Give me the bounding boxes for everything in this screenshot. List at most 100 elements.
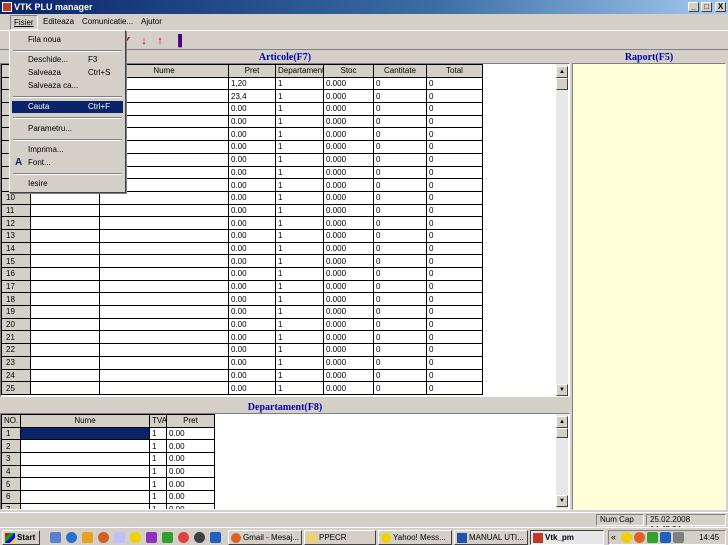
scroll-down-arrow-icon[interactable]: ▼	[556, 384, 568, 396]
cell-nume[interactable]	[20, 439, 150, 454]
cell-pret[interactable]: 0.00	[166, 464, 215, 479]
cell-total[interactable]: 0	[426, 190, 483, 205]
cell-pret[interactable]: 0.00	[166, 477, 215, 492]
cell-total[interactable]: 0	[426, 330, 483, 345]
messenger-icon[interactable]	[130, 532, 141, 543]
scroll-up-arrow-icon[interactable]: ▲	[556, 416, 568, 428]
cell-departament[interactable]: 1	[275, 89, 324, 104]
cell-departament[interactable]: 1	[275, 114, 324, 129]
table-row[interactable]: 7 1 0.00	[1, 502, 215, 509]
cell-stoc[interactable]: 0.000	[323, 190, 374, 205]
cell-stoc[interactable]: 0.000	[323, 152, 374, 167]
cell-departament[interactable]: 1	[275, 368, 324, 383]
cell-pret[interactable]: 0.00	[228, 355, 276, 370]
cell-stoc[interactable]: 0.000	[323, 216, 374, 230]
cell-cantitate[interactable]: 0	[373, 178, 427, 192]
cell-total[interactable]: 0	[426, 114, 483, 129]
cell-cantitate[interactable]: 0	[373, 89, 427, 104]
table-row[interactable]: 17 0.00 1 0.000 0 0	[1, 279, 483, 294]
cell-pret[interactable]: 0.00	[166, 426, 215, 441]
cell-departament[interactable]: 1	[275, 76, 324, 91]
menu-item-cauta[interactable]: Cauta Ctrl+F	[12, 101, 123, 113]
menu-item-salveaza-ca[interactable]: Salveaza ca...	[12, 80, 123, 92]
cell-total[interactable]: 0	[426, 355, 483, 370]
table-row[interactable]: 13 0.00 1 0.000 0 0	[1, 228, 483, 243]
cell-stoc[interactable]: 0.000	[323, 89, 374, 104]
cell-cantitate[interactable]: 0	[373, 381, 427, 395]
cell-nume[interactable]	[99, 254, 229, 268]
app-icon[interactable]	[162, 532, 173, 543]
cell-total[interactable]: 0	[426, 203, 483, 218]
cell-tva[interactable]: 1	[149, 477, 167, 492]
cell-blank[interactable]	[30, 355, 100, 370]
cell-nume[interactable]	[20, 452, 150, 466]
cell-departament[interactable]: 1	[275, 279, 324, 294]
cell-total[interactable]: 0	[426, 165, 483, 180]
cell-total[interactable]: 0	[426, 102, 483, 116]
cell-pret[interactable]: 0.00	[228, 279, 276, 294]
cell-departament[interactable]: 1	[275, 317, 324, 332]
cell-nume[interactable]	[99, 381, 229, 395]
cell-cantitate[interactable]: 0	[373, 140, 427, 154]
taskbar-button-ppecr[interactable]: PPECR	[304, 530, 376, 545]
cell-departament[interactable]: 1	[275, 165, 324, 180]
menu-editeaza[interactable]: Editeaza	[40, 14, 77, 30]
cell-pret[interactable]: 0.00	[228, 330, 276, 345]
cell-blank[interactable]	[30, 317, 100, 332]
scroll-up-arrow-icon[interactable]: ▲	[556, 66, 568, 78]
cell-total[interactable]: 0	[426, 178, 483, 192]
menu-item-font[interactable]: A Font...	[12, 157, 123, 169]
articole-scrollbar[interactable]: ▲ ▼	[556, 64, 568, 396]
show-desktop-icon[interactable]	[50, 532, 61, 543]
cell-departament[interactable]: 1	[275, 203, 324, 218]
cell-pret[interactable]: 0.00	[228, 127, 276, 142]
cell-stoc[interactable]: 0.000	[323, 368, 374, 383]
cell-departament[interactable]: 1	[275, 127, 324, 142]
cell-cantitate[interactable]: 0	[373, 127, 427, 142]
column-header-pret[interactable]: Pret	[228, 64, 276, 78]
table-row[interactable]: 19 0.00 1 0.000 0 0	[1, 305, 483, 319]
cell-departament[interactable]: 1	[275, 355, 324, 370]
cell-cantitate[interactable]: 0	[373, 114, 427, 129]
cell-stoc[interactable]: 0.000	[323, 292, 374, 307]
taskbar-button-yahoo[interactable]: Yahoo! Mess...	[378, 530, 452, 545]
close-button[interactable]: X	[715, 2, 726, 12]
cell-stoc[interactable]: 0.000	[323, 127, 374, 142]
cell-nume[interactable]	[20, 464, 150, 479]
cell-stoc[interactable]: 0.000	[323, 254, 374, 268]
cell-cantitate[interactable]: 0	[373, 330, 427, 345]
cell-cantitate[interactable]: 0	[373, 165, 427, 180]
cell-total[interactable]: 0	[426, 317, 483, 332]
taskbar-button-gmail[interactable]: Gmail - Mesaj...	[228, 530, 302, 545]
cell-cantitate[interactable]: 0	[373, 102, 427, 116]
cell-tva[interactable]: 1	[149, 464, 167, 479]
cell-pret[interactable]: 0.00	[228, 267, 276, 281]
scroll-down-arrow-icon[interactable]: ▼	[556, 495, 568, 507]
tray-icon[interactable]	[660, 532, 671, 543]
cell-total[interactable]: 0	[426, 368, 483, 383]
cell-total[interactable]: 0	[426, 279, 483, 294]
column-header-pret[interactable]: Pret	[166, 414, 215, 428]
arrow-up-icon[interactable]: ↑	[153, 34, 167, 48]
cell-pret[interactable]: 0.00	[166, 490, 215, 504]
cell-stoc[interactable]: 0.000	[323, 203, 374, 218]
cell-tva[interactable]: 1	[149, 502, 167, 509]
cell-nume[interactable]	[99, 292, 229, 307]
cell-nume[interactable]	[20, 490, 150, 504]
cell-stoc[interactable]: 0.000	[323, 381, 374, 395]
cell-departament[interactable]: 1	[275, 330, 324, 345]
cell-pret[interactable]: 0.00	[228, 254, 276, 268]
cell-tva[interactable]: 1	[149, 426, 167, 441]
cell-tva[interactable]: 1	[149, 452, 167, 466]
cell-cantitate[interactable]: 0	[373, 279, 427, 294]
cell-departament[interactable]: 1	[275, 102, 324, 116]
table-row[interactable]: 12 0.00 1 0.000 0 0	[1, 216, 483, 230]
menu-ajutor[interactable]: Ajutor	[138, 14, 165, 30]
cell-pret[interactable]: 0.00	[228, 165, 276, 180]
taskbar-button-manual[interactable]: MANUAL UTI...	[454, 530, 528, 545]
cell-cantitate[interactable]: 0	[373, 355, 427, 370]
cell-pret[interactable]: 0.00	[228, 381, 276, 395]
cell-nume[interactable]	[20, 426, 150, 441]
cell-stoc[interactable]: 0.000	[323, 317, 374, 332]
cell-cantitate[interactable]: 0	[373, 76, 427, 91]
